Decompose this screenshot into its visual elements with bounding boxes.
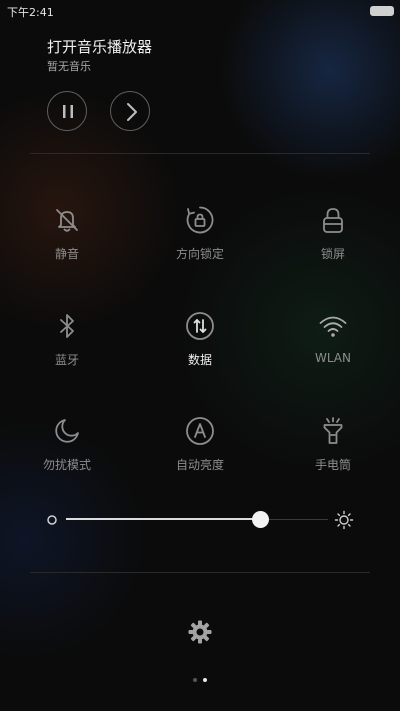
toggle-label: 锁屏 bbox=[320, 247, 345, 261]
wifi-icon bbox=[319, 316, 347, 337]
brightness-high-icon bbox=[334, 510, 354, 530]
rotation-lock-icon bbox=[186, 206, 214, 234]
mobile-data-icon bbox=[186, 312, 214, 340]
pause-button[interactable] bbox=[47, 91, 87, 131]
bell-off-icon bbox=[56, 209, 78, 232]
brightness-slider[interactable] bbox=[40, 506, 360, 534]
gear-icon bbox=[188, 620, 212, 644]
toggle-wlan[interactable]: WLAN bbox=[278, 311, 388, 391]
toggle-lock-screen[interactable]: 锁屏 bbox=[278, 205, 388, 285]
toggle-label: 手电筒 bbox=[314, 458, 351, 472]
brightness-fill bbox=[66, 518, 260, 520]
chevron-right-icon bbox=[127, 103, 137, 121]
toggle-label: 自动亮度 bbox=[175, 458, 224, 472]
toggle-do-not-disturb[interactable]: 勿扰模式 bbox=[12, 416, 122, 496]
battery-icon bbox=[370, 6, 394, 16]
toggle-bluetooth[interactable]: 蓝牙 bbox=[12, 311, 122, 391]
toggle-auto-brightness[interactable]: 自动亮度 bbox=[145, 416, 255, 496]
toggle-label: 蓝牙 bbox=[54, 353, 79, 367]
divider-bottom bbox=[30, 572, 370, 573]
brightness-thumb[interactable] bbox=[251, 511, 269, 528]
flashlight-icon bbox=[323, 417, 343, 444]
status-time: 下午2:41 bbox=[7, 6, 54, 19]
next-track-button[interactable] bbox=[110, 91, 150, 131]
page-dot[interactable] bbox=[203, 678, 207, 682]
auto-brightness-icon bbox=[186, 417, 214, 445]
toggle-label: 方向锁定 bbox=[175, 247, 224, 261]
toggle-label: 勿扰模式 bbox=[42, 458, 91, 472]
divider-top bbox=[30, 153, 370, 154]
toggle-label: WLAN bbox=[314, 351, 351, 365]
toggle-mobile-data[interactable]: 数据 bbox=[145, 311, 255, 391]
pause-icon bbox=[63, 105, 73, 118]
toggle-flashlight[interactable]: 手电筒 bbox=[278, 416, 388, 496]
toggle-rotation-lock[interactable]: 方向锁定 bbox=[145, 205, 255, 285]
page-dot[interactable] bbox=[193, 678, 197, 682]
music-player-title[interactable]: 打开音乐播放器 bbox=[47, 36, 152, 57]
status-bar: 下午2:41 bbox=[0, 0, 400, 22]
toggle-label: 静音 bbox=[54, 247, 79, 261]
bluetooth-icon bbox=[60, 314, 74, 338]
brightness-low-icon bbox=[47, 515, 57, 525]
music-player-subtitle: 暂无音乐 bbox=[47, 60, 91, 73]
lock-icon bbox=[323, 208, 343, 233]
toggle-label: 数据 bbox=[187, 353, 212, 367]
moon-icon bbox=[55, 419, 79, 443]
settings-button[interactable] bbox=[186, 618, 214, 646]
toggle-mute[interactable]: 静音 bbox=[12, 205, 122, 285]
